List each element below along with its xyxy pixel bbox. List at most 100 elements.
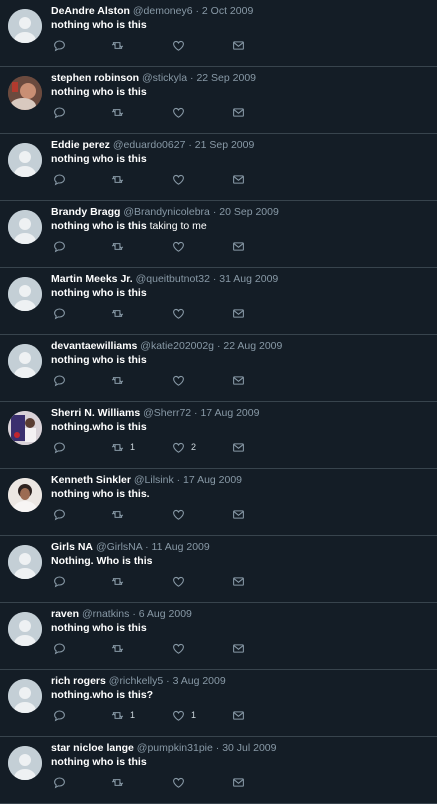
- user-name[interactable]: Girls NA: [51, 541, 93, 553]
- retweet-button[interactable]: 1: [111, 707, 135, 723]
- message-button[interactable]: [232, 439, 245, 455]
- reply-button[interactable]: [53, 372, 66, 388]
- user-name[interactable]: Kenneth Sinkler: [51, 474, 131, 486]
- reply-button[interactable]: [53, 37, 66, 53]
- tweet-date[interactable]: 31 Aug 2009: [219, 273, 278, 285]
- message-button[interactable]: [232, 707, 245, 723]
- avatar[interactable]: [8, 76, 42, 110]
- tweet[interactable]: Kenneth Sinkler @Lilsink · 17 Aug 2009 n…: [0, 469, 437, 536]
- tweet-date[interactable]: 2 Oct 2009: [202, 5, 253, 17]
- avatar[interactable]: [8, 411, 42, 445]
- message-button[interactable]: [232, 238, 245, 254]
- reply-button[interactable]: [53, 439, 66, 455]
- like-button[interactable]: [172, 238, 191, 254]
- user-name[interactable]: Sherri N. Williams: [51, 407, 140, 419]
- reply-button[interactable]: [53, 774, 66, 790]
- tweet-date[interactable]: 21 Sep 2009: [195, 139, 255, 151]
- user-handle[interactable]: @rnatkins: [82, 608, 129, 620]
- avatar[interactable]: [8, 746, 42, 780]
- user-handle[interactable]: @queitbutnot32: [136, 273, 210, 285]
- user-name[interactable]: Eddie perez: [51, 139, 110, 151]
- user-handle[interactable]: @stickyla: [142, 72, 187, 84]
- user-name[interactable]: DeAndre Alston: [51, 5, 130, 17]
- message-button[interactable]: [232, 372, 245, 388]
- avatar[interactable]: [8, 612, 42, 646]
- user-handle[interactable]: @Brandynicolebra: [123, 206, 210, 218]
- user-handle[interactable]: @eduardo0627: [113, 139, 186, 151]
- user-name[interactable]: devantaewilliams: [51, 340, 137, 352]
- like-button[interactable]: 2: [172, 439, 196, 455]
- like-button[interactable]: [172, 104, 191, 120]
- avatar[interactable]: [8, 143, 42, 177]
- user-handle[interactable]: @katie202002g: [140, 340, 214, 352]
- reply-button[interactable]: [53, 640, 66, 656]
- tweet[interactable]: devantaewilliams @katie202002g · 22 Aug …: [0, 335, 437, 402]
- message-button[interactable]: [232, 171, 245, 187]
- avatar[interactable]: [8, 277, 42, 311]
- like-button[interactable]: [172, 372, 191, 388]
- user-name[interactable]: Martin Meeks Jr.: [51, 273, 133, 285]
- avatar[interactable]: [8, 679, 42, 713]
- user-handle[interactable]: @richkelly5: [109, 675, 163, 687]
- message-button[interactable]: [232, 573, 245, 589]
- avatar[interactable]: [8, 478, 42, 512]
- tweet-date[interactable]: 17 Aug 2009: [183, 474, 242, 486]
- user-name[interactable]: star nicloe lange: [51, 742, 134, 754]
- reply-button[interactable]: [53, 104, 66, 120]
- reply-button[interactable]: [53, 573, 66, 589]
- tweet-date[interactable]: 20 Sep 2009: [219, 206, 279, 218]
- tweet[interactable]: Sherri N. Williams @Sherr72 · 17 Aug 200…: [0, 402, 437, 469]
- reply-button[interactable]: [53, 171, 66, 187]
- message-button[interactable]: [232, 774, 245, 790]
- tweet[interactable]: Brandy Bragg @Brandynicolebra · 20 Sep 2…: [0, 201, 437, 268]
- retweet-button[interactable]: [111, 37, 130, 53]
- tweet[interactable]: rich rogers @richkelly5 · 3 Aug 2009 not…: [0, 670, 437, 737]
- tweet[interactable]: raven @rnatkins · 6 Aug 2009 nothing who…: [0, 603, 437, 670]
- retweet-button[interactable]: [111, 774, 130, 790]
- user-name[interactable]: Brandy Bragg: [51, 206, 120, 218]
- reply-button[interactable]: [53, 238, 66, 254]
- message-button[interactable]: [232, 305, 245, 321]
- tweet-date[interactable]: 22 Aug 2009: [223, 340, 282, 352]
- user-name[interactable]: rich rogers: [51, 675, 106, 687]
- message-button[interactable]: [232, 104, 245, 120]
- like-button[interactable]: [172, 305, 191, 321]
- user-handle[interactable]: @Lilsink: [134, 474, 174, 486]
- tweet-date[interactable]: 3 Aug 2009: [173, 675, 226, 687]
- retweet-button[interactable]: [111, 573, 130, 589]
- tweet-date[interactable]: 6 Aug 2009: [139, 608, 192, 620]
- like-button[interactable]: 1: [172, 707, 196, 723]
- tweet[interactable]: Eddie perez @eduardo0627 · 21 Sep 2009 n…: [0, 134, 437, 201]
- tweet[interactable]: Martin Meeks Jr. @queitbutnot32 · 31 Aug…: [0, 268, 437, 335]
- tweet-date[interactable]: 11 Aug 2009: [152, 541, 210, 553]
- tweet[interactable]: star nicloe lange @pumpkin31pie · 30 Jul…: [0, 737, 437, 804]
- user-handle[interactable]: @pumpkin31pie: [137, 742, 213, 754]
- user-name[interactable]: stephen robinson: [51, 72, 139, 84]
- reply-button[interactable]: [53, 305, 66, 321]
- avatar[interactable]: [8, 210, 42, 244]
- avatar[interactable]: [8, 9, 42, 43]
- reply-button[interactable]: [53, 506, 66, 522]
- retweet-button[interactable]: 1: [111, 439, 135, 455]
- avatar[interactable]: [8, 545, 42, 579]
- retweet-button[interactable]: [111, 640, 130, 656]
- user-name[interactable]: raven: [51, 608, 79, 620]
- message-button[interactable]: [232, 37, 245, 53]
- tweet-date[interactable]: 22 Sep 2009: [196, 72, 256, 84]
- retweet-button[interactable]: [111, 104, 130, 120]
- tweet[interactable]: DeAndre Alston @demoney6 · 2 Oct 2009 no…: [0, 0, 437, 67]
- retweet-button[interactable]: [111, 238, 130, 254]
- like-button[interactable]: [172, 774, 191, 790]
- retweet-button[interactable]: [111, 506, 130, 522]
- like-button[interactable]: [172, 640, 191, 656]
- tweet[interactable]: Girls NA @GirlsNA · 11 Aug 2009 Nothing.…: [0, 536, 437, 603]
- like-button[interactable]: [172, 506, 191, 522]
- user-handle[interactable]: @demoney6: [133, 5, 193, 17]
- message-button[interactable]: [232, 506, 245, 522]
- avatar[interactable]: [8, 344, 42, 378]
- tweet-date[interactable]: 17 Aug 2009: [200, 407, 259, 419]
- like-button[interactable]: [172, 573, 191, 589]
- like-button[interactable]: [172, 37, 191, 53]
- retweet-button[interactable]: [111, 305, 130, 321]
- user-handle[interactable]: @GirlsNA: [96, 541, 142, 553]
